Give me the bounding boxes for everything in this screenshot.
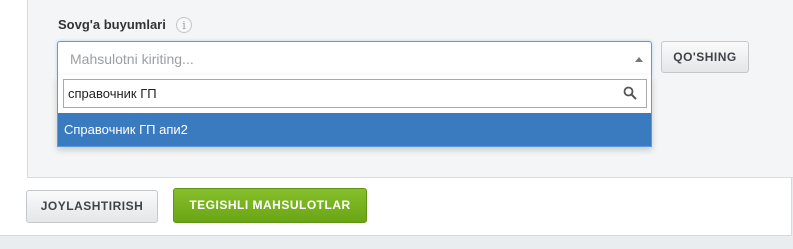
- dropdown-option[interactable]: Справочник ГП апи2: [58, 113, 651, 146]
- search-field[interactable]: [63, 79, 647, 108]
- product-select[interactable]: Mahsulotni kiriting...: [57, 41, 652, 76]
- caret-up-icon: [635, 57, 643, 62]
- gifts-label: Sovg'a buyumlari: [58, 17, 166, 32]
- related-products-button[interactable]: TEGISHLI MAHSULOTLAR: [173, 188, 367, 223]
- search-input[interactable]: [64, 80, 614, 107]
- search-icon: [623, 86, 637, 100]
- info-icon[interactable]: i: [176, 17, 192, 33]
- add-button[interactable]: QO'SHING: [661, 41, 749, 73]
- select-placeholder: Mahsulotni kiriting...: [70, 51, 194, 67]
- place-button[interactable]: JOYLASHTIRISH: [26, 190, 158, 223]
- select-dropdown: Справочник ГП апи2: [57, 75, 652, 147]
